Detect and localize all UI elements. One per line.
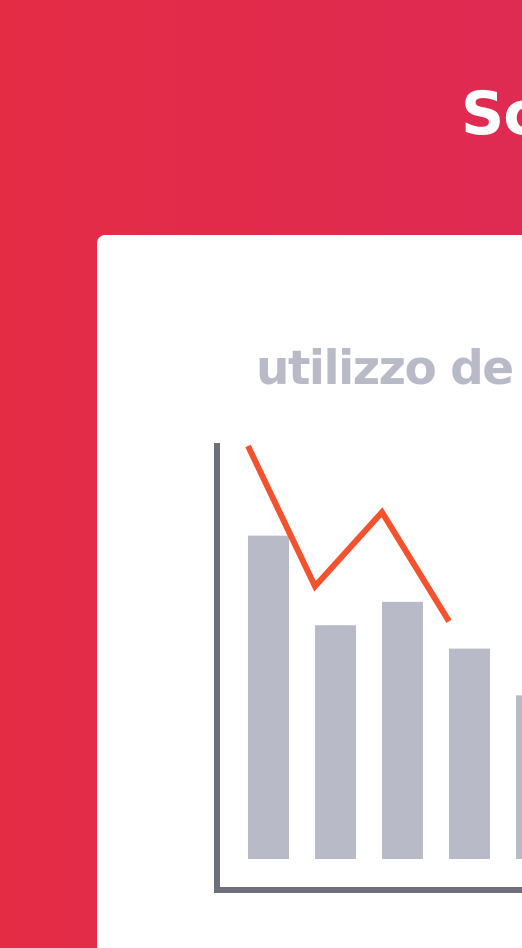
chart-bar <box>449 648 490 859</box>
chart-bar <box>248 535 289 859</box>
page-title: Sc <box>461 79 522 149</box>
chart-bars <box>248 535 522 859</box>
chart-bar <box>516 695 522 859</box>
chart-card: utilizzo de <box>97 235 522 948</box>
chart-bar <box>382 601 423 859</box>
chart-bar <box>315 625 356 859</box>
usage-chart <box>214 443 522 893</box>
